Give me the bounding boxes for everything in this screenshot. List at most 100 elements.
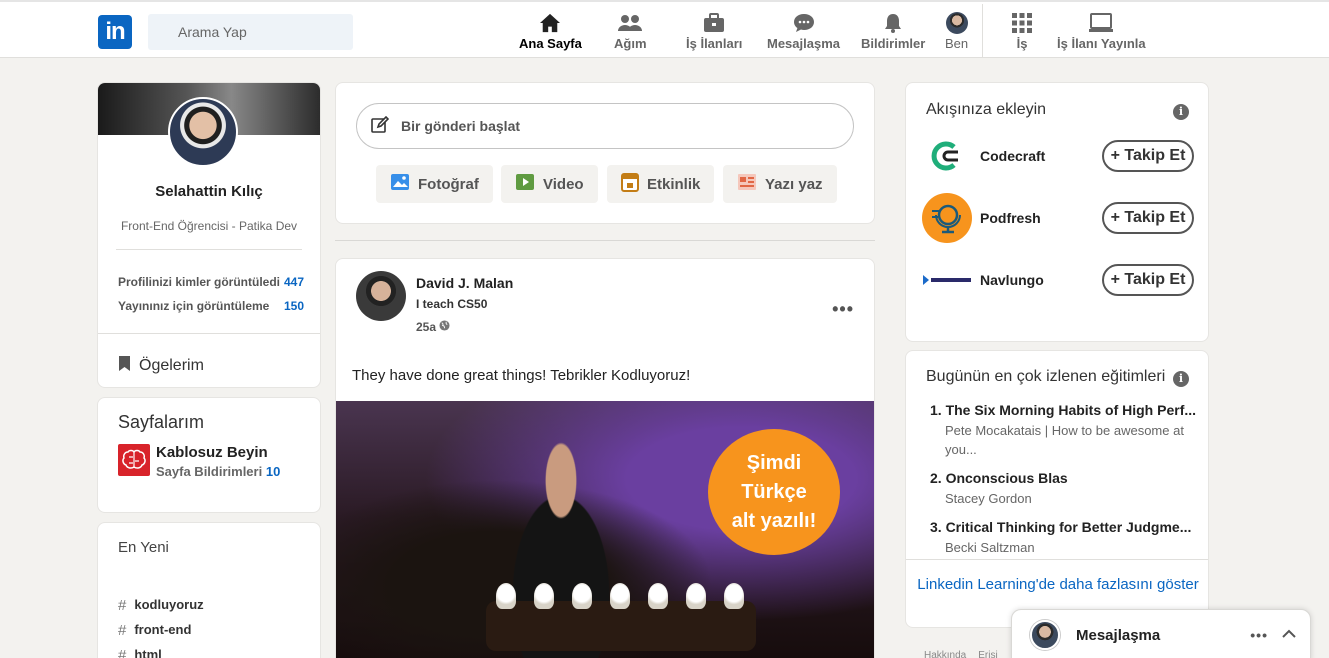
navlungo-logo[interactable] xyxy=(922,255,972,305)
course-author: Pete Mocakatais | How to be awesome at y… xyxy=(945,423,1184,457)
hashtag-icon: # xyxy=(118,597,127,614)
photo-icon xyxy=(390,173,410,195)
courses-title: Bugünün en çok izlenen eğitimleri xyxy=(926,368,1166,385)
post-author[interactable]: David J. Malan xyxy=(416,275,513,291)
hashtag-item[interactable]: # front-end xyxy=(118,622,191,639)
profile-divider xyxy=(116,249,302,250)
suggestion-name[interactable]: Navlungo xyxy=(980,272,1102,288)
nav-me[interactable]: Ben xyxy=(945,12,968,51)
nav-home-label: Ana Sayfa xyxy=(519,36,582,51)
photo-label: Fotoğraf xyxy=(418,175,479,193)
author-avatar[interactable] xyxy=(356,271,406,321)
bell-icon xyxy=(861,12,925,34)
footer-link[interactable]: Erişi xyxy=(978,650,997,658)
my-items-link[interactable]: Ögelerim xyxy=(118,355,204,377)
nav-home[interactable]: Ana Sayfa xyxy=(519,12,582,51)
nav-post-job[interactable]: İş İlanı Yayınla xyxy=(1057,12,1146,51)
nav-work[interactable]: İş xyxy=(1012,12,1032,51)
stat-value: 447 xyxy=(283,275,304,289)
linkedin-logo[interactable]: in xyxy=(98,15,132,49)
suggestion-item: Podfresh + Takip Et xyxy=(922,193,1194,243)
avatar xyxy=(945,12,968,34)
suggestion-name[interactable]: Podfresh xyxy=(980,210,1102,226)
avatar xyxy=(1030,620,1060,650)
feed-divider xyxy=(335,240,875,241)
nav-me-label: Ben xyxy=(945,36,969,51)
hashtag-item[interactable]: # kodluyoruz xyxy=(118,597,204,614)
video-label: Video xyxy=(543,175,584,193)
post-views-stat[interactable]: Yayınınız için görüntüleme 150 xyxy=(118,299,304,313)
nav-divider xyxy=(982,4,983,58)
course-item[interactable]: 1. The Six Morning Habits of High Perf..… xyxy=(930,402,1200,459)
follow-button[interactable]: + Takip Et xyxy=(1102,264,1194,296)
nav-messaging[interactable]: Mesajlaşma xyxy=(767,12,840,51)
chevron-up-icon[interactable] xyxy=(1282,626,1296,644)
page-notifications[interactable]: Sayfa Bildirimleri 10 xyxy=(156,464,280,479)
podfresh-logo[interactable] xyxy=(922,193,972,243)
search-input[interactable]: Arama Yap xyxy=(148,14,353,50)
course-item[interactable]: 2. Onconscious Blas Stacey Gordon xyxy=(930,470,1200,508)
article-label: Yazı yaz xyxy=(765,175,823,193)
stat-label: Yayınınız için görüntüleme xyxy=(118,299,270,313)
info-icon[interactable]: i xyxy=(1173,104,1189,120)
stage-lamps xyxy=(486,583,756,651)
codecraft-logo[interactable] xyxy=(922,131,972,181)
follow-button[interactable]: + Takip Et xyxy=(1102,140,1194,172)
feed-suggestions-title: Akışınıza ekleyin xyxy=(926,101,1047,118)
event-button[interactable]: Etkinlik xyxy=(607,165,715,203)
feed-post: David J. Malan I teach CS50 25a ••• They… xyxy=(335,258,875,658)
pages-title: Sayfalarım xyxy=(118,412,205,432)
more-options-icon[interactable]: ••• xyxy=(832,299,854,320)
hashtag-item[interactable]: # html xyxy=(118,647,162,658)
badge-line: Türkçe xyxy=(741,480,807,503)
messaging-icon xyxy=(767,12,840,34)
subtitle-badge: Şimdi Türkçe alt yazılı! xyxy=(708,429,840,555)
course-item[interactable]: 3. Critical Thinking for Better Judgme..… xyxy=(930,519,1200,557)
post-time-text: 25a xyxy=(416,320,437,334)
profile-views-stat[interactable]: Profilinizi kimler görüntüledi 447 xyxy=(118,275,304,289)
start-post-input[interactable]: Bir gönderi başlat xyxy=(356,103,854,149)
page-item[interactable]: Kablosuz Beyin Sayfa Bildirimleri 10 xyxy=(118,444,280,479)
post-author-subtitle: I teach CS50 xyxy=(416,297,488,311)
footer-link[interactable]: Hakkında xyxy=(924,650,966,658)
network-icon xyxy=(614,12,647,34)
nav-jobs[interactable]: İş İlanları xyxy=(686,12,742,51)
feed-suggestions-card: Akışınıza ekleyin i Codecraft + Takip Et… xyxy=(905,82,1209,342)
grid-icon xyxy=(1012,12,1032,34)
info-icon[interactable]: i xyxy=(1173,371,1189,387)
profile-photo[interactable] xyxy=(168,97,238,167)
start-post-placeholder: Bir gönderi başlat xyxy=(401,118,521,134)
profile-name[interactable]: Selahattin Kılıç xyxy=(98,183,320,200)
hashtag-icon: # xyxy=(118,622,127,639)
nav-notifications-label: Bildirimler xyxy=(861,36,926,51)
home-icon xyxy=(519,12,582,34)
recent-card: En Yeni # kodluyoruz # front-end # html xyxy=(97,522,321,658)
page-name: Kablosuz Beyin xyxy=(156,444,268,461)
globe-icon xyxy=(439,320,450,334)
post-image[interactable]: Şimdi Türkçe alt yazılı! xyxy=(336,401,874,658)
suggestion-item: Navlungo + Takip Et xyxy=(922,255,1194,305)
nav-work-label: İş xyxy=(1016,36,1028,51)
course-title: 3. Critical Thinking for Better Judgme..… xyxy=(930,519,1192,535)
suggestion-name[interactable]: Codecraft xyxy=(980,148,1102,164)
course-author: Stacey Gordon xyxy=(945,491,1032,506)
items-divider xyxy=(98,333,320,334)
follow-button[interactable]: + Takip Et xyxy=(1102,202,1194,234)
nav-network[interactable]: Ağım xyxy=(614,12,647,51)
messaging-bar[interactable]: Mesajlaşma ••• xyxy=(1011,609,1311,658)
course-title: 2. Onconscious Blas xyxy=(930,470,1068,486)
brain-icon xyxy=(118,444,150,476)
video-button[interactable]: Video xyxy=(501,165,598,203)
nav-notifications[interactable]: Bildirimler xyxy=(861,12,925,51)
event-icon xyxy=(621,172,639,196)
recent-title: En Yeni xyxy=(118,539,169,556)
post-job-icon xyxy=(1057,12,1146,34)
nav-jobs-label: İş İlanları xyxy=(686,36,743,51)
nav-network-label: Ağım xyxy=(614,36,647,51)
write-article-button[interactable]: Yazı yaz xyxy=(723,165,837,203)
hashtag-label: html xyxy=(134,647,162,658)
post-composer: Bir gönderi başlat Fotoğraf Video Etkinl… xyxy=(335,82,875,224)
more-options-icon[interactable]: ••• xyxy=(1250,627,1268,643)
profile-headline: Front-End Öğrencisi - Patika Dev xyxy=(120,219,298,233)
photo-button[interactable]: Fotoğraf xyxy=(376,165,493,203)
